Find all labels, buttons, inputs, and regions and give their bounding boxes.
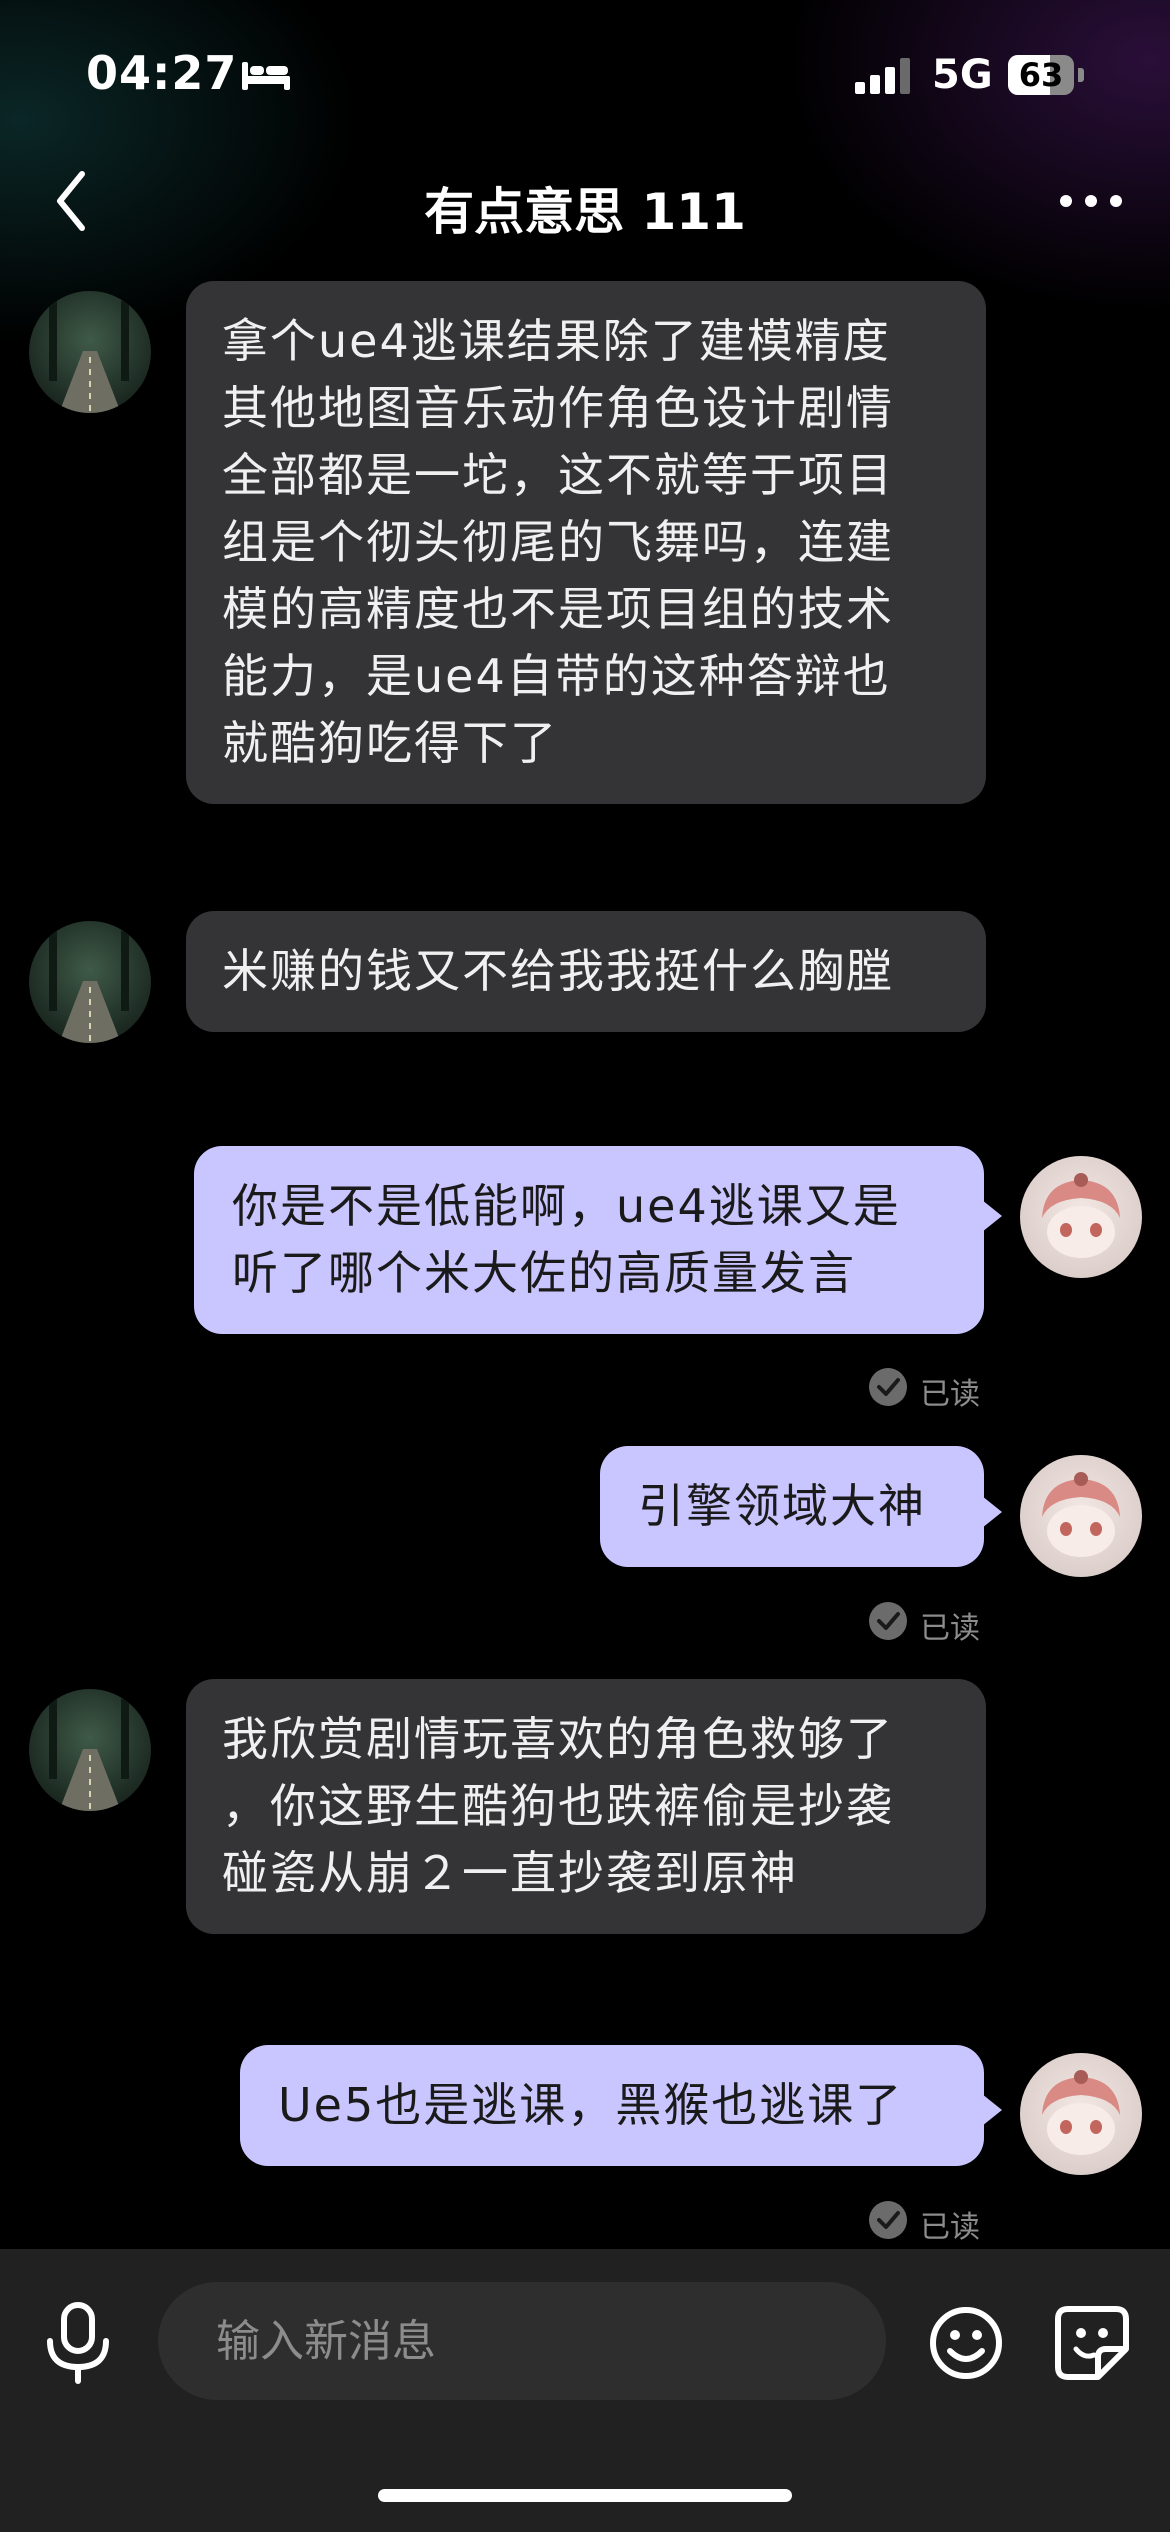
emoji-icon[interactable] — [928, 2305, 1004, 2381]
forest-road-avatar-icon — [49, 301, 129, 413]
message-input[interactable] — [158, 2282, 886, 2400]
message-bubble-outgoing[interactable]: 引擎领域大神 — [600, 1446, 984, 1567]
bubble-tail — [982, 1200, 1002, 1232]
message-line: 我欣赏剧情玩喜欢的角色救够了 — [222, 1712, 894, 1766]
forest-road-avatar-icon — [49, 931, 129, 1043]
sticker-icon[interactable] — [1054, 2305, 1130, 2381]
battery-icon: 63 — [1008, 55, 1084, 95]
message-bubble-incoming[interactable]: 拿个ue4逃课结果除了建模精度 其他地图音乐动作角色设计剧情 全部都是一坨，这不… — [186, 281, 986, 804]
forest-road-avatar-icon — [49, 1699, 129, 1811]
message-line: 引擎领域大神 — [638, 1479, 926, 1533]
message-bubble-incoming[interactable]: 我欣赏剧情玩喜欢的角色救够了 ，你这野生酷狗也跌裤偷是抄袭 碰瓷从崩２一直抄袭到… — [186, 1679, 986, 1934]
message-line: 模的高精度也不是项目组的技术 — [222, 582, 894, 636]
message-line: 组是个彻头彻尾的飞舞吗，连建 — [222, 515, 894, 569]
bed-icon — [242, 62, 290, 90]
read-status: 已读 — [920, 1611, 980, 1646]
message-bubble-outgoing[interactable]: Ue5也是逃课，黑猴也逃课了 — [240, 2045, 984, 2166]
contact-avatar[interactable] — [29, 291, 151, 413]
status-bar: 04:27 5G 63 — [0, 0, 1170, 150]
home-indicator — [378, 2489, 792, 2502]
anime-character-avatar-icon — [1042, 2070, 1120, 2155]
anime-character-avatar-icon — [1042, 1173, 1120, 1258]
my-avatar[interactable] — [1020, 2053, 1142, 2175]
message-line: 就酷狗吃得下了 — [222, 716, 558, 770]
signal-icon — [855, 58, 910, 94]
status-time: 04:27 — [86, 46, 238, 100]
read-status: 已读 — [920, 1377, 980, 1412]
more-icon[interactable] — [1058, 186, 1124, 216]
read-status: 已读 — [920, 2210, 980, 2245]
message-line: 碰瓷从崩２一直抄袭到原神 — [222, 1846, 798, 1900]
read-check-icon — [869, 1602, 907, 1640]
chat-title: 有点意思 111 — [424, 183, 746, 241]
message-line: 你是不是低能啊，ue4逃课又是 — [232, 1179, 901, 1233]
contact-avatar[interactable] — [29, 921, 151, 1043]
bubble-tail — [982, 1496, 1002, 1528]
read-check-icon — [869, 1368, 907, 1406]
message-line: 其他地图音乐动作角色设计剧情 — [222, 381, 894, 435]
message-line: 拿个ue4逃课结果除了建模精度 — [222, 314, 891, 368]
message-bubble-outgoing[interactable]: 你是不是低能啊，ue4逃课又是 听了哪个米大佐的高质量发言 — [194, 1146, 984, 1334]
message-bubble-incoming[interactable]: 米赚的钱又不给我我挺什么胸膛 — [186, 911, 986, 1032]
message-line: 听了哪个米大佐的高质量发言 — [232, 1246, 856, 1300]
my-avatar[interactable] — [1020, 1455, 1142, 1577]
anime-character-avatar-icon — [1042, 1472, 1120, 1557]
message-line: ，你这野生酷狗也跌裤偷是抄袭 — [222, 1779, 894, 1833]
network-type: 5G — [932, 52, 993, 98]
contact-avatar[interactable] — [29, 1689, 151, 1811]
message-line: 能力，是ue4自带的这种答辩也 — [222, 649, 891, 703]
my-avatar[interactable] — [1020, 1156, 1142, 1278]
bubble-tail — [982, 2094, 1002, 2126]
message-line: 全部都是一坨，这不就等于项目 — [222, 448, 894, 502]
read-check-icon — [869, 2201, 907, 2239]
battery-percent: 63 — [1018, 56, 1064, 94]
message-line: 米赚的钱又不给我我挺什么胸膛 — [222, 944, 894, 998]
mic-icon[interactable] — [42, 2301, 114, 2385]
message-line: Ue5也是逃课，黑猴也逃课了 — [278, 2078, 904, 2132]
input-bar — [0, 2249, 1170, 2532]
